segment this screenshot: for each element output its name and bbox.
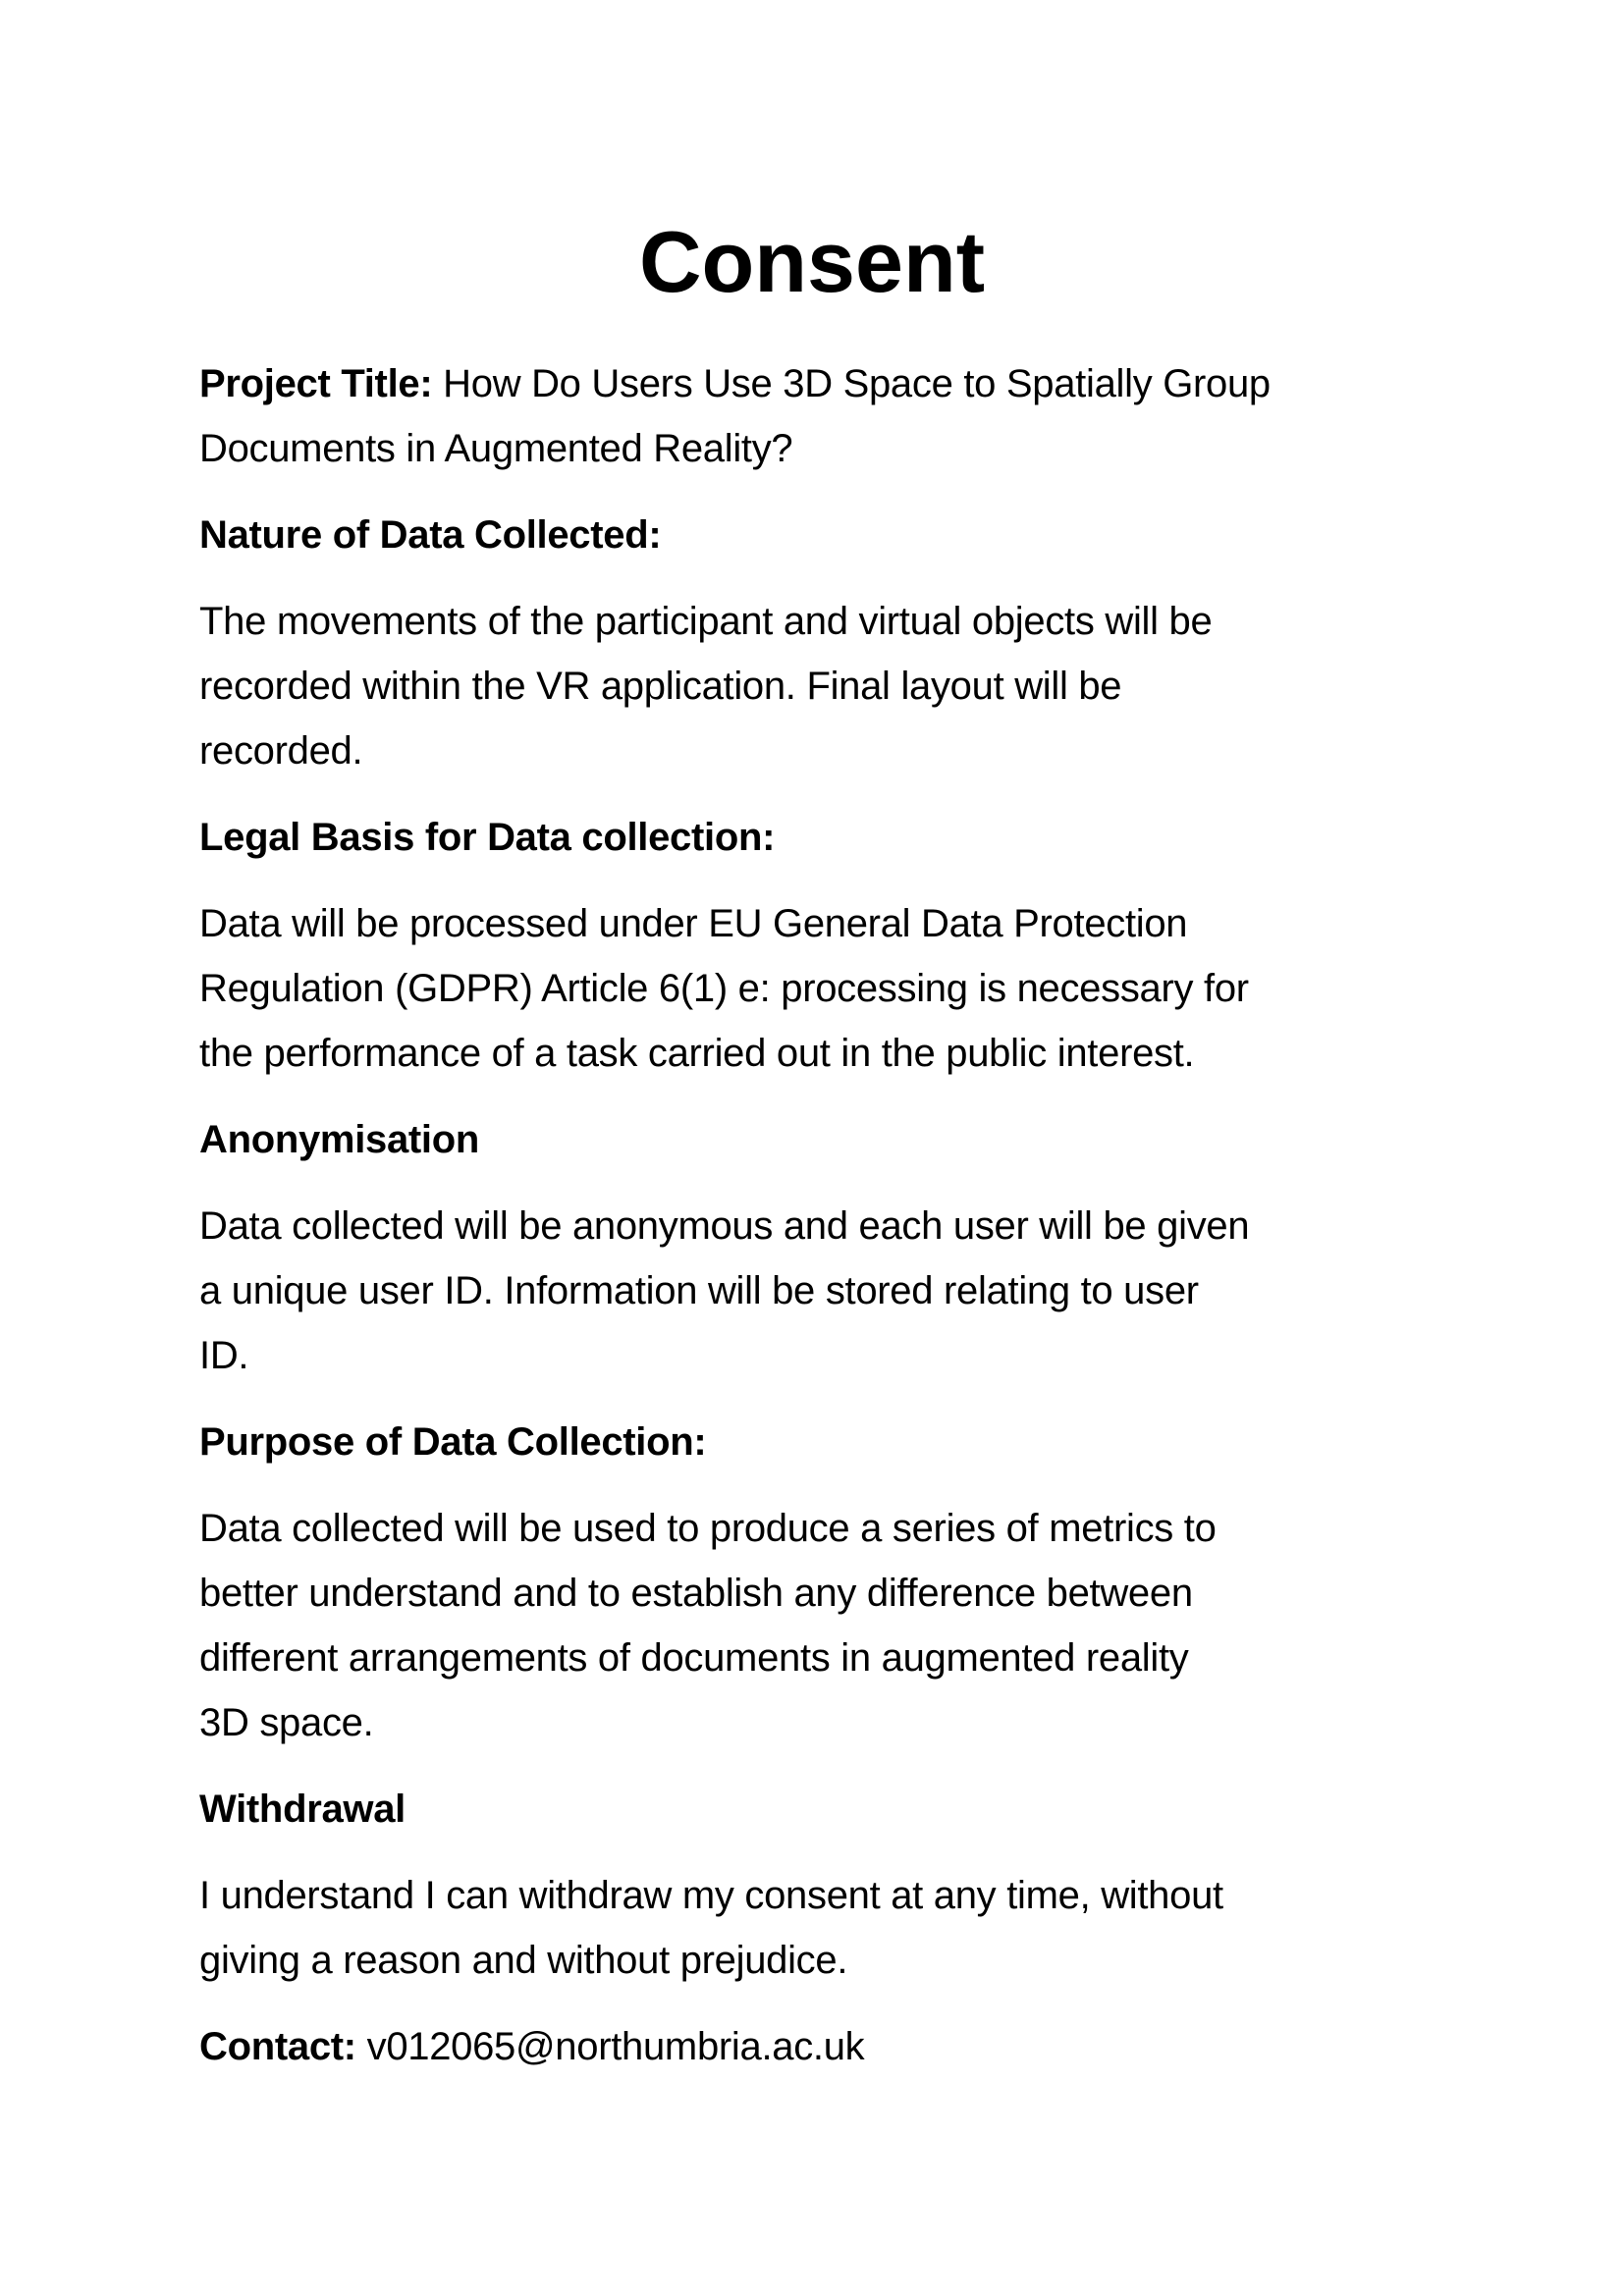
section-paragraph: Data will be processed under EU General …: [199, 891, 1476, 1086]
section-paragraph: Data collected will be used to produce a…: [199, 1496, 1476, 1755]
paragraph-line: different arrangements of documents in a…: [199, 1636, 1189, 1680]
paragraph-line: a unique user ID. Information will be st…: [199, 1269, 1199, 1312]
paragraph-line: Regulation (GDPR) Article 6(1) e: proces…: [199, 967, 1249, 1010]
paragraph-line: recorded.: [199, 729, 363, 773]
paragraph-line: ID.: [199, 1334, 249, 1377]
project-text: Documents in Augmented Reality?: [199, 427, 793, 470]
consent-body: Project Title: How Do Users Use 3D Space…: [199, 351, 1476, 2101]
paragraph-line: Data will be processed under EU General …: [199, 902, 1188, 945]
paragraph-line: the performance of a task carried out in…: [199, 1032, 1195, 1075]
paragraph-line: recorded within the VR application. Fina…: [199, 665, 1122, 708]
paragraph-line: The movements of the participant and vir…: [199, 600, 1213, 643]
project-text: How Do Users Use 3D Space to Spatially G…: [432, 362, 1271, 405]
section-paragraph: The movements of the participant and vir…: [199, 589, 1476, 783]
section-heading: Nature of Data Collected:: [199, 513, 662, 557]
paragraph-line: I understand I can withdraw my consent a…: [199, 1874, 1223, 1917]
contact: Contact: v012065@northumbria.ac.uk: [199, 2014, 1476, 2079]
paragraph-line: Data collected will be used to produce a…: [199, 1507, 1217, 1550]
paragraph-line: better understand and to establish any d…: [199, 1572, 1193, 1615]
page-title: Consent: [639, 213, 985, 310]
section-paragraph: I understand I can withdraw my consent a…: [199, 1863, 1476, 1993]
section-heading: Withdrawal: [199, 1788, 406, 1831]
project-label: Project Title:: [199, 362, 433, 405]
paragraph-line: giving a reason and without prejudice.: [199, 1939, 848, 1982]
contact-email: v012065@northumbria.ac.uk: [355, 2025, 865, 2068]
section-heading: Anonymisation: [199, 1118, 480, 1161]
paragraph-line: Data collected will be anonymous and eac…: [199, 1204, 1250, 1248]
section-heading: Legal Basis for Data collection:: [199, 816, 776, 859]
paragraph-line: 3D space.: [199, 1701, 374, 1744]
project-title: Project Title: How Do Users Use 3D Space…: [199, 351, 1476, 481]
section-heading: Purpose of Data Collection:: [199, 1420, 707, 1464]
contact-label: Contact:: [199, 2025, 356, 2068]
section-paragraph: Data collected will be anonymous and eac…: [199, 1194, 1476, 1388]
